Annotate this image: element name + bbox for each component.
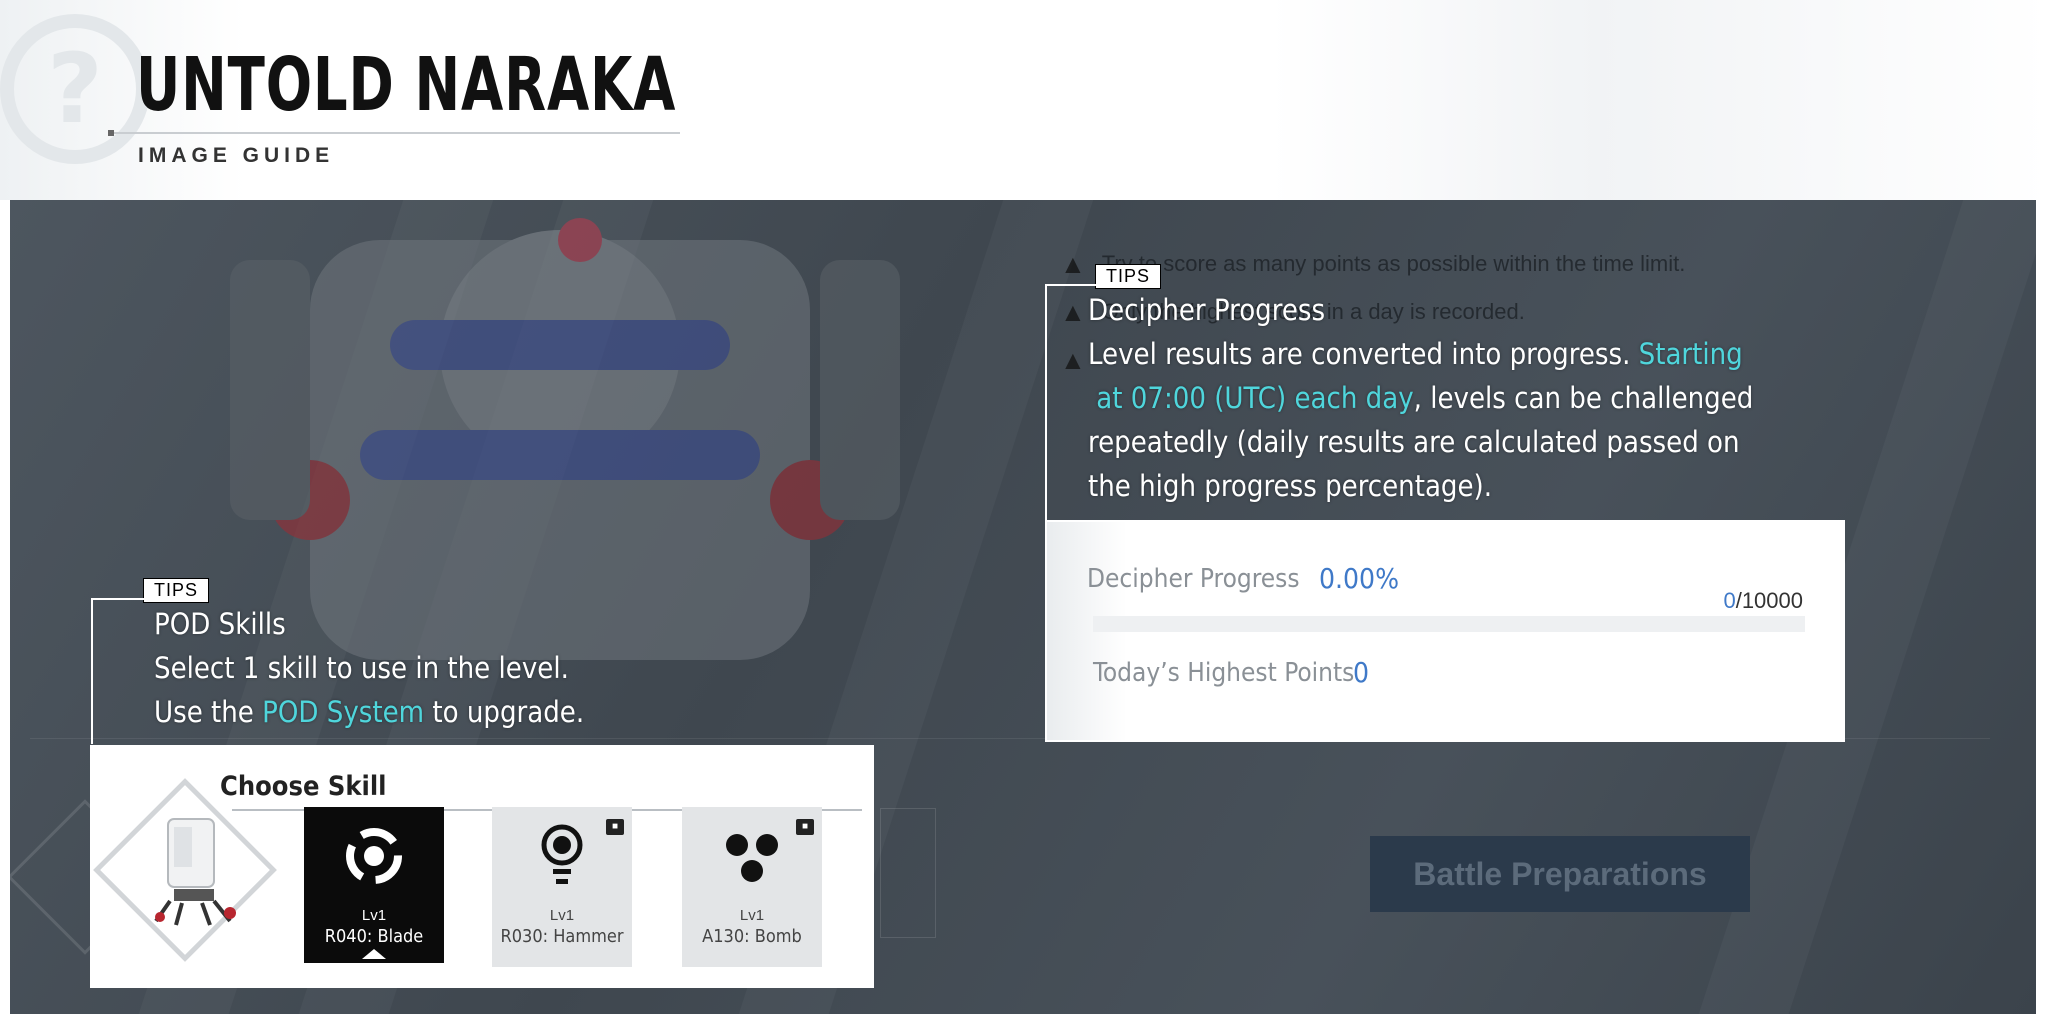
battle-preparations-button[interactable]: Battle Preparations — [1370, 836, 1750, 912]
tips-text-highlight: at 07:00 (UTC) each day — [1096, 381, 1414, 415]
skill-level: Lv1 — [549, 907, 575, 924]
choose-skill-panel: Choose Skill Lv1 R040: Blade ■ Lv1 R030:… — [90, 745, 874, 988]
progress-value: 0.00% — [1319, 562, 1400, 595]
skill-slot-frame — [880, 808, 936, 938]
help-circle-icon: ? — [0, 14, 150, 164]
warning-icon: ▲ — [1060, 344, 1086, 375]
warning-icon: ▲ — [1060, 296, 1086, 327]
progress-count-total: /10000 — [1735, 588, 1803, 613]
guide-subtitle: IMAGE GUIDE — [138, 144, 335, 167]
tips-text-plain: Level results are converted into progres… — [1088, 337, 1631, 371]
skill-name: R030: Hammer — [500, 926, 624, 947]
guide-title: UNTOLD NARAKA — [136, 42, 677, 128]
pod-robot-avatar[interactable] — [140, 813, 250, 933]
tips-pod-text: POD Skills Select 1 skill to use in the … — [154, 602, 714, 734]
progress-label: Decipher Progress — [1087, 564, 1300, 594]
callout-line — [1045, 284, 1099, 286]
tips-line: Select 1 skill to use in the level. — [154, 651, 569, 685]
tips-text-plain: , levels can be challenged — [1413, 381, 1754, 415]
tips-line: Use the POD System to upgrade. — [154, 690, 714, 734]
tips-text-plain: Use the — [154, 695, 263, 729]
progress-count: 0/10000 — [1723, 588, 1803, 614]
lock-icon: ■ — [606, 819, 624, 835]
decipher-progress-card: Decipher Progress 0.00% 0/10000 Today’s … — [1045, 520, 1845, 742]
tips-text-plain: to upgrade. — [424, 695, 585, 729]
selected-indicator-icon — [362, 949, 386, 959]
tips-line: the high progress percentage). — [1088, 469, 1493, 503]
notice-item: ▲ Try to score as many points as possibl… — [1060, 240, 1880, 288]
tips-line: repeatedly (daily results are calculated… — [1088, 425, 1740, 459]
highest-points-value: 0 — [1353, 656, 1370, 689]
hammer-skill-icon — [541, 824, 583, 884]
highest-points-label: Today’s Highest Points — [1093, 658, 1355, 688]
lock-icon: ■ — [796, 819, 814, 835]
tips-heading: POD Skills — [154, 607, 286, 641]
skill-level: Lv1 — [361, 907, 387, 924]
tips-heading: Decipher Progress — [1088, 293, 1326, 327]
bomb-skill-icon — [726, 834, 778, 882]
callout-line — [91, 598, 93, 744]
tips-text-highlight: Starting — [1630, 337, 1743, 371]
progress-count-current: 0 — [1723, 588, 1736, 613]
tips-tab: TIPS — [1095, 264, 1162, 289]
skill-name: R040: Blade — [324, 926, 424, 947]
boss-illustration — [230, 218, 900, 660]
skill-name: A130: Bomb — [702, 926, 802, 947]
skill-level: Lv1 — [739, 907, 765, 924]
notice-text: Try to score as many points as possible … — [1101, 251, 1686, 276]
tips-line: Level results are converted into progres… — [1088, 332, 1768, 376]
game-screenshot: ▲ Try to score as many points as possibl… — [10, 200, 2036, 1014]
tips-tab: TIPS — [143, 578, 210, 603]
callout-line — [1045, 284, 1047, 520]
skill-panel-title: Choose Skill — [220, 771, 387, 802]
title-divider — [108, 130, 680, 136]
skill-card-blade[interactable]: Lv1 R040: Blade — [304, 807, 444, 967]
blade-skill-icon — [346, 828, 402, 884]
skill-card-bomb[interactable]: ■ Lv1 A130: Bomb — [682, 807, 822, 967]
tips-line: at 07:00 (UTC) each day, levels can be c… — [1088, 376, 1768, 420]
skill-card-hammer[interactable]: ■ Lv1 R030: Hammer — [492, 807, 632, 967]
tips-decipher-text: Decipher Progress Level results are conv… — [1088, 288, 1768, 508]
callout-line — [91, 598, 145, 600]
pod-system-link[interactable]: POD System — [262, 695, 424, 729]
warning-icon: ▲ — [1060, 248, 1086, 279]
progress-bar — [1093, 616, 1805, 632]
